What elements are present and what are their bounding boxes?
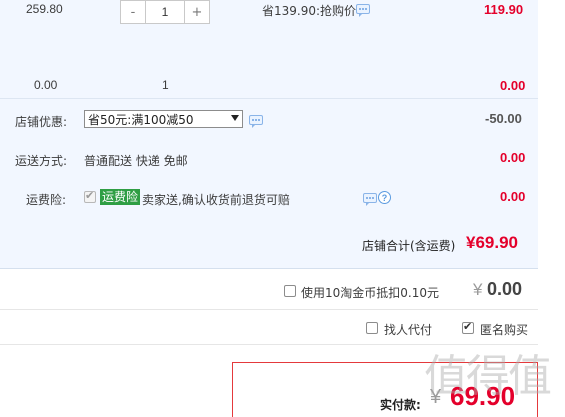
shop-discount-select[interactable]: 省50元:满100减50 — [84, 110, 243, 128]
payment-label: 实付款: — [380, 398, 421, 412]
coins-currency: ¥ — [473, 280, 483, 299]
order-panel — [0, 0, 538, 268]
anonymous-checkbox[interactable] — [462, 320, 474, 334]
insurance-tag: 运费险 — [100, 189, 141, 205]
coins-label: 使用10淘金币抵扣0.10元 — [301, 286, 439, 300]
summary-subtotal: 0.00 — [500, 78, 526, 93]
unit-price: 259.80 — [26, 2, 63, 16]
divider — [0, 268, 538, 269]
summary-quantity: 1 — [162, 78, 169, 92]
divider — [0, 98, 538, 99]
item-subtotal: 119.90 — [484, 2, 524, 17]
promo-text: 省139.90:抢购价 — [262, 4, 357, 18]
shipping-amount: 0.00 — [500, 150, 526, 165]
proxy-pay-checkbox[interactable] — [366, 322, 378, 334]
chat-icon[interactable] — [356, 4, 370, 17]
increase-button[interactable]: + — [185, 1, 209, 23]
divider — [0, 309, 538, 310]
shipping-value: 普通配送 快递 免邮 — [84, 154, 188, 168]
insurance-amount: 0.00 — [500, 189, 526, 204]
proxy-pay-label[interactable]: 找人代付 — [384, 321, 432, 338]
insurance-checkbox[interactable] — [84, 189, 96, 203]
coins-checkbox[interactable] — [284, 285, 296, 297]
coins-amount: 0.00 — [487, 279, 523, 299]
decrease-button[interactable]: - — [121, 1, 145, 23]
shop-total-label: 店铺合计(含运费) — [362, 239, 456, 253]
anonymous-label[interactable]: 匿名购买 — [480, 321, 528, 338]
chat-icon[interactable] — [363, 193, 377, 206]
quantity-input[interactable]: 1 — [145, 1, 185, 23]
shop-discount-amount: -50.00 — [485, 111, 522, 126]
shipping-label: 运送方式: — [15, 154, 68, 168]
watermark-logo: 值得值 — [424, 351, 552, 402]
chat-icon[interactable] — [249, 115, 263, 128]
quantity-stepper[interactable]: - 1 + — [120, 0, 210, 24]
summary-price: 0.00 — [34, 78, 58, 92]
shop-discount-label: 店铺优惠: — [15, 115, 68, 129]
shop-total-amount: ¥69.90 — [466, 233, 518, 252]
shop-discount-selected: 省50元:满100减50 — [88, 112, 194, 127]
dropdown-arrow-icon — [231, 115, 239, 121]
insurance-description: 卖家送,确认收货前退货可赔 — [142, 193, 290, 207]
insurance-label: 运费险: — [26, 193, 67, 207]
help-icon[interactable]: ? — [378, 191, 391, 204]
